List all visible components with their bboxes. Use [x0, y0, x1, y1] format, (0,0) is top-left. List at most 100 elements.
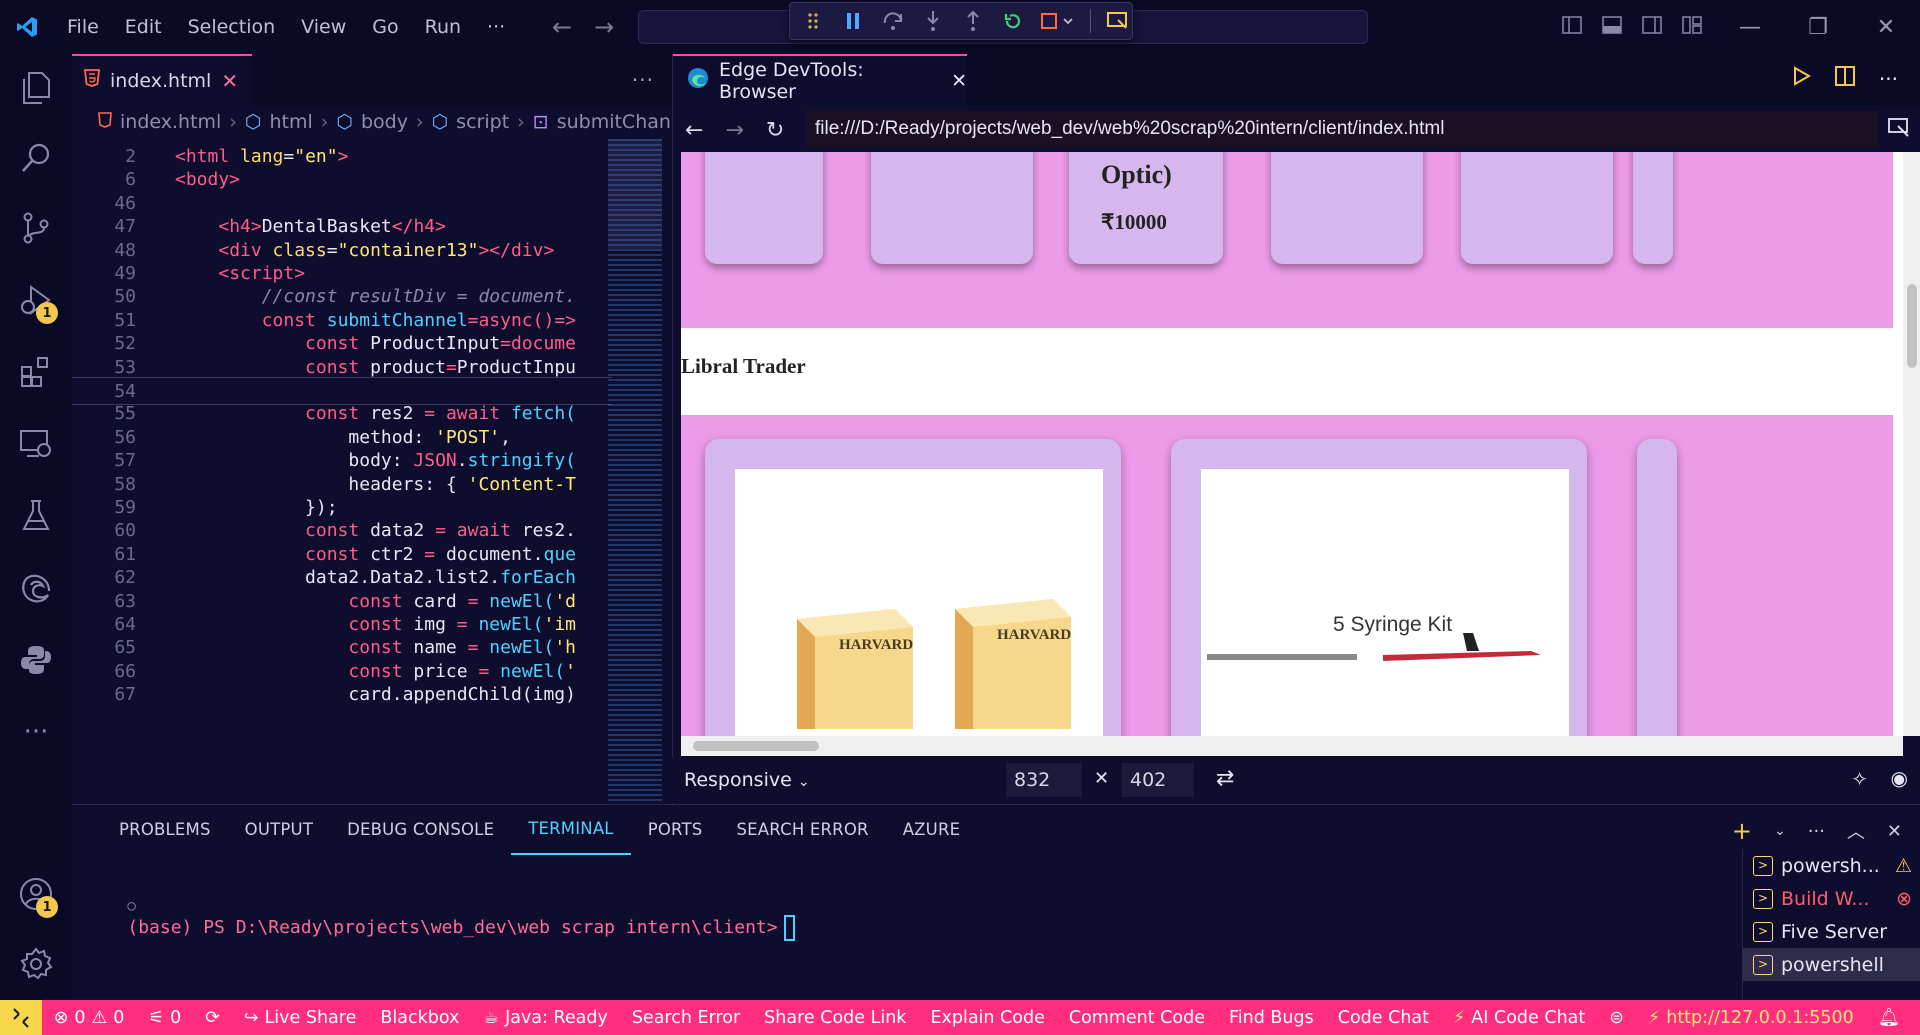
tab-edge-devtools-browser[interactable]: Edge DevTools: Browser ✕ — [673, 54, 967, 105]
breadcrumb-item[interactable]: body — [361, 111, 408, 133]
emulate-vision-icon[interactable]: ✧ — [1851, 767, 1868, 791]
toggle-panel-icon[interactable] — [1602, 15, 1622, 39]
settings-gear-icon[interactable] — [16, 944, 56, 984]
account-icon[interactable]: 1 — [16, 874, 58, 918]
terminal-item[interactable]: > powershell — [1743, 948, 1920, 981]
scroll-thumb[interactable] — [1907, 284, 1917, 368]
explorer-icon[interactable] — [16, 68, 56, 108]
toggle-sidebar-icon[interactable] — [1562, 15, 1582, 39]
step-over-icon[interactable] — [880, 8, 906, 34]
code-editor[interactable]: 2 <html lang="en"> 6 <body> 46 47 <h4>DentalB… — [72, 139, 672, 804]
breadcrumb-item[interactable]: index.html — [120, 111, 221, 133]
extensions-icon[interactable] — [16, 352, 56, 392]
product-card[interactable]: Optic) ₹10000 — [1069, 152, 1223, 264]
rotate-icon[interactable]: ⇄ — [1216, 766, 1234, 791]
remote-indicator-icon[interactable] — [0, 1000, 42, 1035]
scroll-thumb[interactable] — [693, 741, 819, 751]
edge-devtools-icon[interactable] — [16, 568, 56, 608]
product-card[interactable] — [705, 152, 823, 264]
forward-icon[interactable]: → — [725, 118, 743, 143]
more-actions-icon[interactable]: ··· — [1808, 821, 1825, 842]
minimize-icon[interactable]: — — [1720, 0, 1780, 54]
customize-layout-icon[interactable] — [1682, 15, 1702, 39]
url-bar[interactable]: file:///D:/Ready/projects/web_dev/web%20… — [807, 111, 1879, 147]
notifications-icon[interactable]: 🔔︎ — [1866, 1008, 1912, 1028]
menu-file[interactable]: File — [54, 0, 112, 54]
java-status[interactable]: ☕ Java: Ready — [471, 1008, 619, 1028]
restore-icon[interactable]: ❐ — [1788, 0, 1848, 54]
explain-code-button[interactable]: Explain Code — [918, 1008, 1056, 1028]
run-icon[interactable] — [1793, 66, 1811, 91]
new-terminal-icon[interactable]: + — [1732, 817, 1752, 845]
tab-index-html[interactable]: index.html ✕ — [72, 54, 252, 105]
terminal-item[interactable]: > Five Server — [1743, 915, 1920, 948]
minimap-slider[interactable] — [608, 139, 662, 249]
breadcrumb-item[interactable]: submitChann — [557, 111, 672, 133]
tab-terminal[interactable]: TERMINAL — [511, 805, 631, 855]
page-horizontal-scrollbar[interactable] — [681, 736, 1903, 756]
product-card[interactable]: 5 Syringe Kit — [1171, 439, 1587, 736]
page-viewport[interactable]: Optic) ₹10000 Libral Trader HARVARD HARV… — [681, 152, 1903, 736]
terminal-item[interactable]: > Build W... ⊗ — [1743, 882, 1920, 915]
testing-icon[interactable] — [16, 496, 56, 536]
step-into-icon[interactable] — [920, 8, 946, 34]
step-out-icon[interactable] — [960, 8, 986, 34]
ai-code-chat-button[interactable]: ⚡ AI Code Chat — [1441, 1008, 1597, 1028]
terminal-output[interactable]: ○ (base) PS D:\Ready\projects\web_dev\we… — [84, 873, 795, 962]
close-window-icon[interactable]: ✕ — [1856, 0, 1916, 54]
menu-more[interactable]: ··· — [474, 0, 518, 54]
comment-code-button[interactable]: Comment Code — [1057, 1008, 1217, 1028]
tab-output[interactable]: OUTPUT — [228, 805, 330, 855]
restart-icon[interactable] — [1000, 8, 1026, 34]
code-chat-button[interactable]: Code Chat — [1326, 1008, 1441, 1028]
page-vertical-scrollbar[interactable] — [1903, 152, 1920, 736]
split-editor-icon[interactable] — [1834, 66, 1855, 91]
refresh-icon[interactable]: ↻ — [766, 118, 784, 143]
run-debug-icon[interactable]: 1 — [16, 280, 58, 324]
live-share-button[interactable]: ↪ Live Share — [232, 1008, 368, 1028]
tab-debug-console[interactable]: DEBUG CONSOLE — [330, 805, 511, 855]
breadcrumb-item[interactable]: html — [270, 111, 313, 133]
toggle-secondary-sidebar-icon[interactable] — [1642, 15, 1662, 39]
menu-go[interactable]: Go — [359, 0, 411, 54]
go-forward-icon[interactable]: → — [594, 13, 614, 41]
editor-more-actions[interactable]: ··· — [632, 68, 654, 92]
blackbox-button[interactable]: Blackbox — [368, 1008, 471, 1028]
menu-selection[interactable]: Selection — [175, 0, 289, 54]
code-line[interactable]: 67 card.appendChild(img) — [72, 681, 612, 709]
inspect-icon[interactable] — [1105, 8, 1131, 34]
tab-ports[interactable]: PORTS — [631, 805, 720, 855]
screencast-icon[interactable] — [1888, 117, 1910, 144]
tab-search-error[interactable]: SEARCH ERROR — [719, 805, 885, 855]
pause-icon[interactable] — [840, 8, 866, 34]
go-back-icon[interactable]: ← — [552, 13, 572, 41]
share-code-link-button[interactable]: Share Code Link — [752, 1008, 918, 1028]
product-card[interactable] — [1637, 439, 1677, 736]
close-tab-icon[interactable]: ✕ — [951, 70, 967, 92]
terminal-item[interactable]: > powersh... ⚠ — [1743, 849, 1920, 882]
drag-handle-icon[interactable] — [800, 8, 826, 34]
menu-view[interactable]: View — [288, 0, 359, 54]
tab-azure[interactable]: AZURE — [886, 805, 978, 855]
product-card[interactable] — [871, 152, 1033, 264]
stop-icon[interactable] — [1040, 8, 1076, 34]
chevron-down-icon[interactable]: ⌄ — [1774, 823, 1786, 839]
remote-explorer-icon[interactable] — [16, 424, 56, 464]
breadcrumb-item[interactable]: script — [456, 111, 509, 133]
python-icon[interactable] — [16, 640, 56, 680]
search-icon[interactable] — [16, 138, 56, 178]
width-input[interactable]: 832 — [1006, 763, 1082, 797]
menu-edit[interactable]: Edit — [112, 0, 175, 54]
eye-icon[interactable]: ◉ — [1891, 766, 1908, 790]
debug-launch-icon[interactable]: ⟳ — [193, 1008, 232, 1028]
back-icon[interactable]: ← — [685, 118, 703, 143]
tab-problems[interactable]: PROBLEMS — [102, 805, 228, 855]
more-actions-icon[interactable]: ··· — [1879, 67, 1898, 91]
height-input[interactable]: 402 — [1122, 763, 1194, 797]
menu-run[interactable]: Run — [412, 0, 474, 54]
product-card[interactable] — [1633, 152, 1673, 264]
product-card[interactable]: HARVARD HARVARD — [705, 439, 1121, 736]
maximize-panel-icon[interactable]: ︿ — [1847, 818, 1865, 844]
device-mode-select[interactable]: Responsive ⌄ — [684, 769, 810, 791]
close-panel-icon[interactable]: ✕ — [1887, 821, 1902, 842]
